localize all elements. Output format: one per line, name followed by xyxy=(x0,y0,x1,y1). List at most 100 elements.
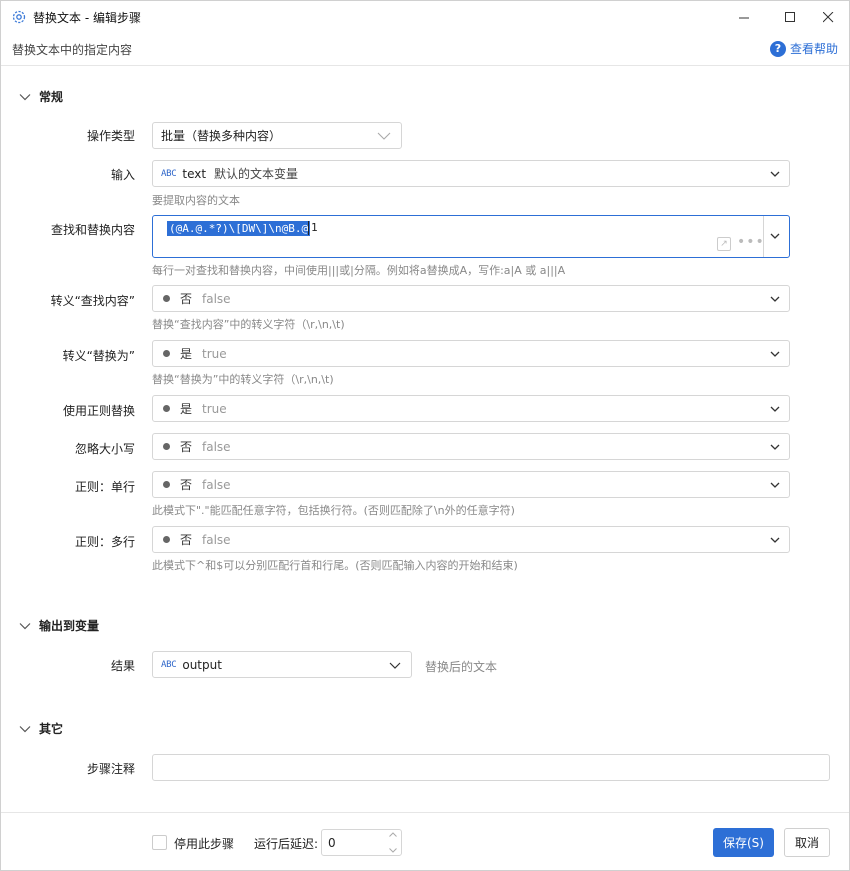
section-general-toggle[interactable]: 常规 xyxy=(19,88,63,105)
bool-dot-icon xyxy=(163,295,170,302)
ignore-case-select[interactable]: 否 false xyxy=(152,433,790,460)
close-button[interactable] xyxy=(805,1,850,33)
input-label: 输入 xyxy=(110,168,135,182)
section-other-title: 其它 xyxy=(39,722,64,736)
escape-find-label: 转义“查找内容” xyxy=(50,294,135,308)
result-label: 结果 xyxy=(110,659,135,673)
find-replace-hint: 每行一对查找和替换内容，中间使用|||或|分隔。例如将a替换成A，写作:a|A … xyxy=(152,264,566,277)
escape-find-sub: false xyxy=(202,291,231,306)
use-regex-value: 是 xyxy=(180,402,193,416)
input-hint: 要提取内容的文本 xyxy=(152,194,240,207)
single-line-sub: false xyxy=(202,477,231,492)
edit-step-dialog: 替换文本 - 编辑步骤 替换文本中的指定内容 ? 查看帮助 常规 操作类型 批量… xyxy=(0,0,850,871)
multi-line-label: 正则：多行 xyxy=(74,535,135,549)
chevron-down-icon[interactable] xyxy=(770,231,780,241)
input-var-desc: 默认的文本变量 xyxy=(214,167,299,181)
chevron-down-icon xyxy=(377,132,391,140)
escape-find-select[interactable]: 否 false xyxy=(152,285,790,312)
input-var-name: text xyxy=(182,166,207,181)
bool-dot-icon xyxy=(163,536,170,543)
help-icon: ? xyxy=(769,40,786,57)
more-options-icon[interactable]: ••• xyxy=(737,234,765,250)
chevron-down-icon xyxy=(770,171,780,177)
text-var-icon: ABC xyxy=(161,168,177,179)
ignore-case-value: 否 xyxy=(180,440,193,454)
dialog-subheader: 替换文本中的指定内容 ? 查看帮助 xyxy=(1,33,849,66)
chevron-down-icon xyxy=(770,406,780,412)
multi-line-select[interactable]: 否 false xyxy=(152,526,790,553)
result-var-name: output xyxy=(182,657,222,672)
op-type-select[interactable]: 批量（替换多种内容） xyxy=(152,122,402,149)
find-replace-selected-text: (@A.@.*?)\[DW\]\n@B.@ xyxy=(167,221,311,236)
disable-step-label[interactable]: 停用此步骤 xyxy=(174,835,234,852)
section-other-toggle[interactable]: 其它 xyxy=(19,720,63,737)
multi-line-hint: 此模式下^和$可以分别匹配行首和行尾。(否则匹配输入内容的开始和结束) xyxy=(152,559,518,572)
multi-line-value: 否 xyxy=(180,533,193,547)
window-title: 替换文本 - 编辑步骤 xyxy=(33,11,141,25)
chevron-down-icon xyxy=(770,537,780,543)
section-output-toggle[interactable]: 输出到变量 xyxy=(19,617,99,634)
minimize-button[interactable] xyxy=(721,1,767,33)
single-line-label: 正则：单行 xyxy=(74,480,135,494)
divider xyxy=(763,216,764,257)
escape-find-value: 否 xyxy=(180,292,193,306)
bool-dot-icon xyxy=(163,405,170,412)
bool-dot-icon xyxy=(163,443,170,450)
use-regex-select[interactable]: 是 true xyxy=(152,395,790,422)
delay-stepper[interactable]: 0 xyxy=(321,829,402,856)
chevron-down-icon[interactable] xyxy=(389,848,397,853)
chevron-down-icon xyxy=(19,725,31,732)
chevron-down-icon xyxy=(19,622,31,629)
disable-step-checkbox[interactable] xyxy=(152,835,167,850)
op-type-value: 批量（替换多种内容） xyxy=(161,129,282,143)
bool-dot-icon xyxy=(163,350,170,357)
delay-value: 0 xyxy=(328,835,336,850)
chevron-down-icon xyxy=(19,93,31,100)
gear-icon xyxy=(12,10,26,24)
op-type-label: 操作类型 xyxy=(86,129,135,143)
close-icon xyxy=(822,11,833,22)
section-output-title: 输出到变量 xyxy=(39,619,100,633)
cancel-button[interactable]: 取消 xyxy=(784,828,830,857)
multi-line-sub: false xyxy=(202,532,231,547)
ignore-case-label: 忽略大小写 xyxy=(74,442,135,456)
minimize-icon xyxy=(738,17,749,18)
result-desc: 替换后的文本 xyxy=(425,660,498,674)
stepper-arrows[interactable] xyxy=(388,832,398,853)
find-replace-label: 查找和替换内容 xyxy=(50,223,135,237)
chevron-down-icon xyxy=(770,296,780,302)
escape-replace-select[interactable]: 是 true xyxy=(152,340,790,367)
input-variable-select[interactable]: ABC text 默认的文本变量 xyxy=(152,160,790,187)
single-line-hint: 此模式下"."能匹配任意字符，包括换行符。(否则匹配除了\n外的任意字符) xyxy=(152,504,515,517)
chevron-down-icon xyxy=(389,662,401,669)
single-line-select[interactable]: 否 false xyxy=(152,471,790,498)
dialog-subtitle: 替换文本中的指定内容 xyxy=(12,43,133,57)
save-button[interactable]: 保存(S) xyxy=(713,828,774,857)
bool-dot-icon xyxy=(163,481,170,488)
dialog-footer: 停用此步骤 运行后延迟: 0 保存(S) 取消 xyxy=(1,812,849,871)
escape-replace-value: 是 xyxy=(180,347,193,361)
result-variable-select[interactable]: ABC output xyxy=(152,651,412,678)
help-label: 查看帮助 xyxy=(789,42,838,56)
delay-label: 运行后延迟: xyxy=(254,837,319,851)
ignore-case-sub: false xyxy=(202,439,231,454)
use-regex-label: 使用正则替换 xyxy=(62,404,135,418)
note-label: 步骤注释 xyxy=(86,762,135,776)
step-note-input[interactable] xyxy=(152,754,830,781)
title-bar: 替换文本 - 编辑步骤 xyxy=(1,1,849,33)
use-regex-sub: true xyxy=(202,401,227,416)
section-general-title: 常规 xyxy=(39,90,64,104)
maximize-icon xyxy=(784,11,795,22)
escape-replace-label: 转义“替换为” xyxy=(62,349,135,363)
escape-replace-hint: 替换“替换为”中的转义字符（\r,\n,\t) xyxy=(152,373,334,386)
chevron-down-icon xyxy=(770,482,780,488)
chevron-up-icon[interactable] xyxy=(389,832,397,837)
help-link[interactable]: ? 查看帮助 xyxy=(769,40,838,57)
expand-editor-icon[interactable]: ↗ xyxy=(717,237,731,251)
single-line-value: 否 xyxy=(180,478,193,492)
escape-find-hint: 替换“查找内容”中的转义字符（\r,\n,\t) xyxy=(152,318,345,331)
find-replace-tail-text: 1 xyxy=(308,221,318,235)
chevron-down-icon xyxy=(770,444,780,450)
find-replace-input[interactable]: (@A.@.*?)\[DW\]\n@B.@ 1 ↗ ••• xyxy=(152,215,790,258)
chevron-down-icon xyxy=(770,351,780,357)
